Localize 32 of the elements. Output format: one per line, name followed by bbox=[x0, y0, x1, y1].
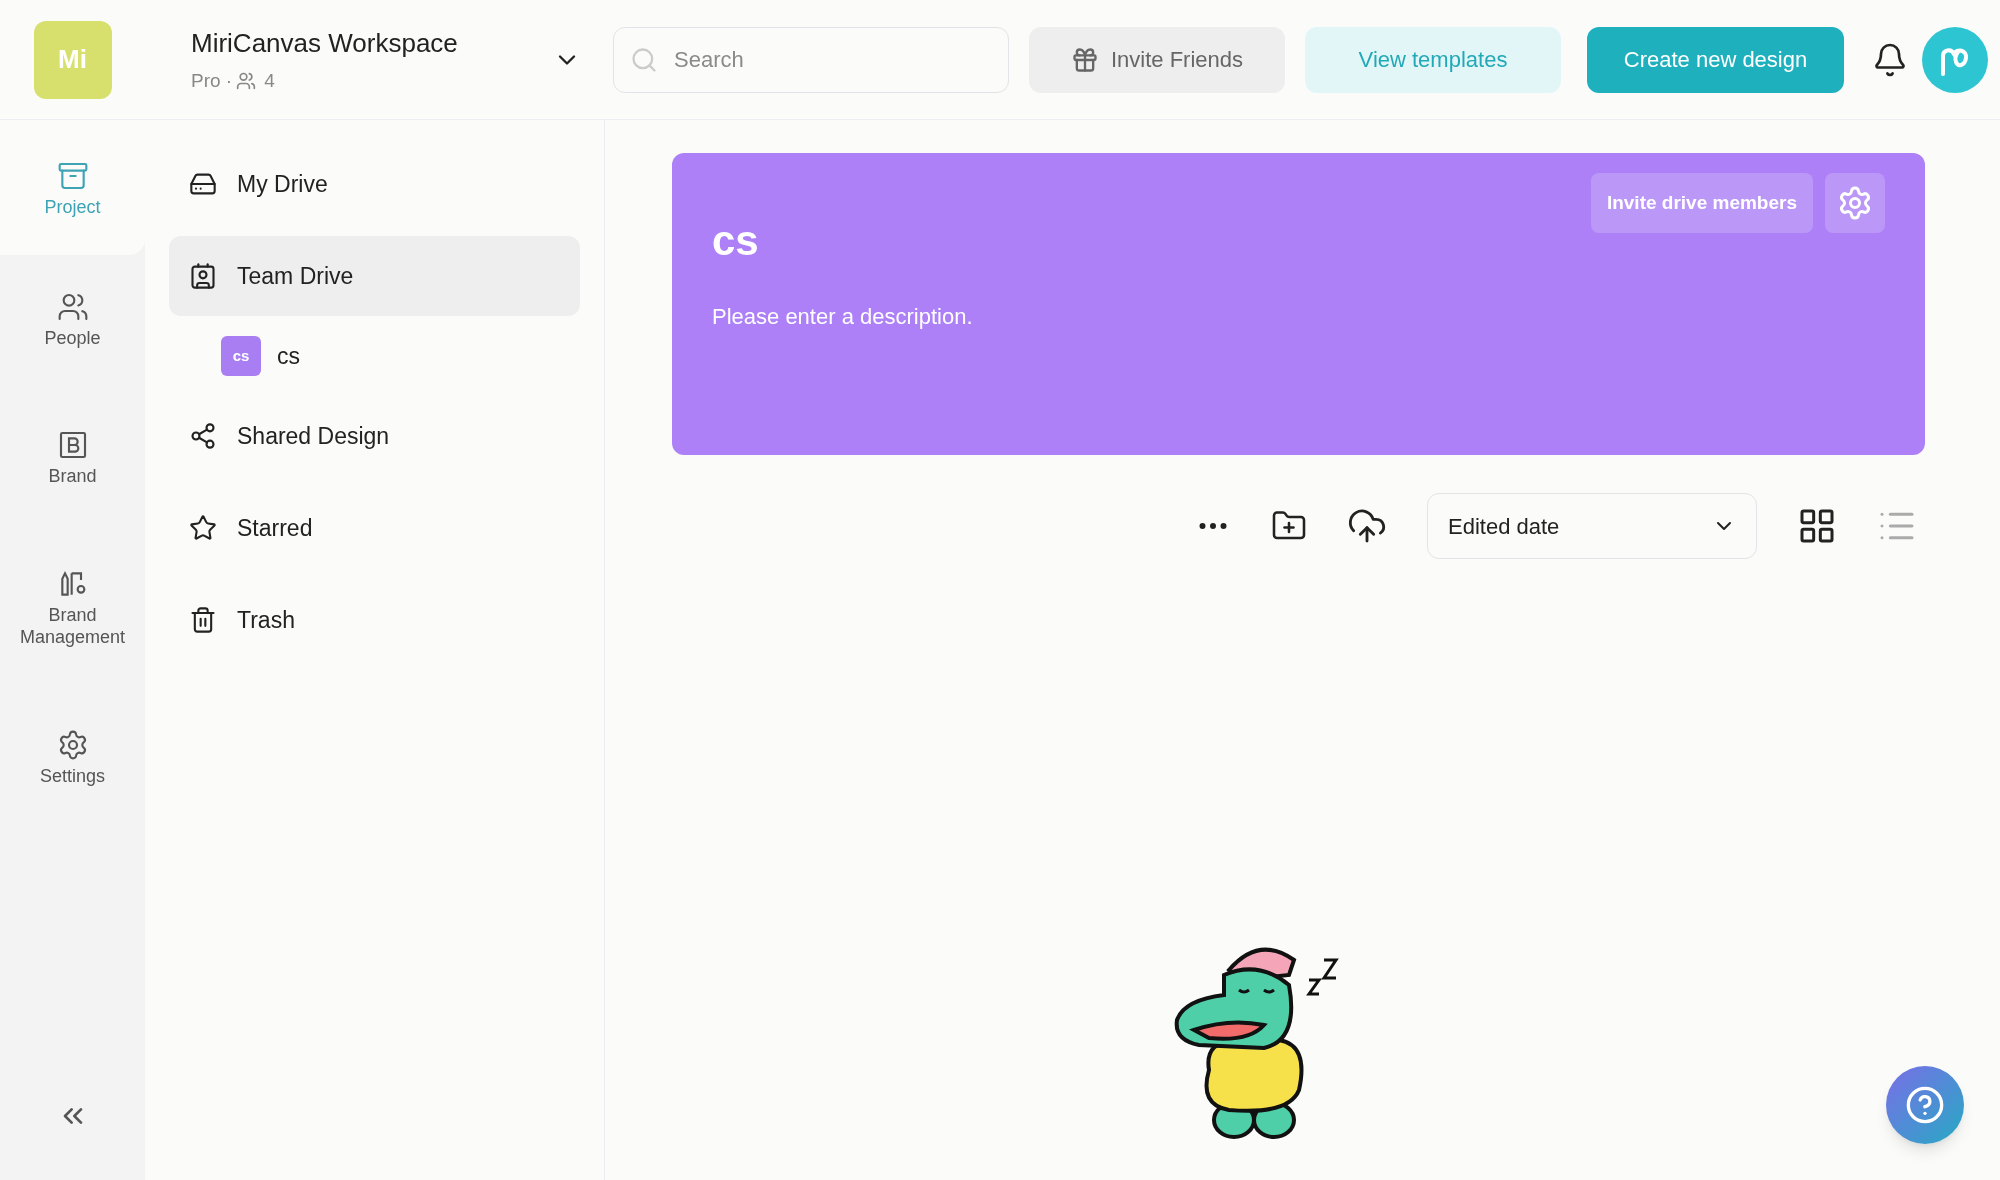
drive-description: Please enter a description. bbox=[712, 303, 974, 331]
team-drive-icon bbox=[189, 262, 217, 290]
members-icon bbox=[236, 71, 257, 91]
nav-item[interactable]: My Drive bbox=[169, 144, 580, 224]
sub-drive-item[interactable]: cs bbox=[277, 338, 300, 374]
share-icon bbox=[189, 422, 217, 450]
nav-item[interactable]: Shared Design bbox=[169, 396, 580, 476]
rail-item[interactable]: Settings bbox=[0, 692, 145, 831]
invite-friends-button[interactable]: Invite Friends bbox=[1029, 26, 1285, 93]
member-count: 4 bbox=[264, 68, 275, 93]
drive-title: cs bbox=[712, 216, 760, 266]
sort-dropdown[interactable]: Edited date bbox=[1427, 493, 1757, 559]
gear-icon bbox=[1837, 185, 1873, 221]
search-field[interactable]: Search bbox=[613, 26, 1009, 93]
plan-label: Pro · bbox=[191, 68, 233, 93]
archive-icon bbox=[56, 160, 89, 192]
trash-icon bbox=[189, 606, 217, 634]
drive-badge: cs bbox=[221, 336, 261, 376]
help-chat-button[interactable] bbox=[1886, 1066, 1964, 1144]
nav-item[interactable]: Trash bbox=[169, 580, 580, 660]
rail-item[interactable]: People bbox=[0, 254, 145, 393]
search-icon bbox=[630, 45, 658, 74]
search-input[interactable]: Search bbox=[674, 43, 992, 76]
nav-item[interactable]: Starred bbox=[169, 488, 580, 568]
star-icon bbox=[189, 514, 217, 542]
rail-item[interactable]: Brand bbox=[0, 393, 145, 532]
nav-item[interactable]: Team Drive bbox=[169, 236, 580, 316]
notification-bell-icon[interactable] bbox=[1872, 41, 1908, 78]
help-icon bbox=[1905, 1085, 1945, 1125]
gift-icon bbox=[1070, 45, 1099, 74]
workspace-name: MiriCanvas Workspace bbox=[191, 26, 459, 60]
rail-item[interactable]: Brand Management bbox=[0, 531, 145, 693]
